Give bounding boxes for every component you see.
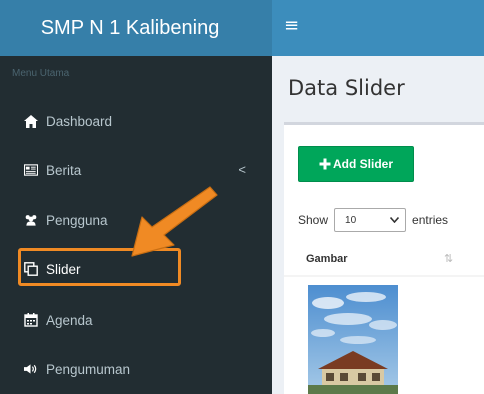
megaphone-icon bbox=[24, 362, 38, 376]
entries-label: entries bbox=[412, 213, 449, 227]
hamburger-menu-icon[interactable]: ≡ bbox=[284, 15, 299, 36]
add-slider-button[interactable]: Add Slider bbox=[298, 146, 414, 182]
slider-image-thumbnail bbox=[308, 285, 398, 394]
brand-text: SMP N 1 Kalibening bbox=[40, 16, 220, 39]
chevron-down-icon bbox=[390, 217, 400, 223]
sidebar-item-dashboard[interactable]: Dashboard bbox=[0, 101, 272, 141]
top-navbar: ≡ bbox=[272, 0, 484, 56]
sidebar: SMP N 1 Kalibening Menu Utama Dashboard … bbox=[0, 0, 272, 394]
sidebar-item-label: Pengguna bbox=[46, 212, 108, 228]
plus-icon bbox=[319, 158, 331, 170]
entries-length-control: Show 10 entries bbox=[298, 208, 448, 232]
show-label: Show bbox=[298, 213, 329, 227]
home-icon bbox=[24, 114, 38, 128]
pointer-arrow-icon bbox=[131, 186, 218, 257]
page-title: Data Slider bbox=[288, 76, 405, 100]
slider-box: Add Slider Show 10 entries Gambar ⇅ bbox=[284, 122, 484, 394]
sidebar-item-agenda[interactable]: Agenda bbox=[0, 300, 272, 340]
sidebar-item-berita[interactable]: Berita < bbox=[0, 150, 272, 190]
content-area: Data Slider Add Slider Show 10 entries G… bbox=[272, 56, 484, 394]
column-header-gambar[interactable]: Gambar bbox=[306, 253, 348, 265]
users-icon bbox=[24, 213, 38, 227]
entries-value: 10 bbox=[345, 214, 357, 226]
chevron-left-icon: < bbox=[238, 162, 246, 177]
brand-logo[interactable]: SMP N 1 Kalibening bbox=[0, 0, 272, 56]
sidebar-item-pengumuman[interactable]: Pengumuman bbox=[0, 349, 272, 389]
sort-icon[interactable]: ⇅ bbox=[444, 252, 453, 265]
newspaper-icon bbox=[24, 163, 38, 177]
sidebar-item-label: Pengumuman bbox=[46, 361, 131, 377]
sidebar-item-label: Agenda bbox=[46, 312, 93, 328]
add-slider-label: Add Slider bbox=[332, 157, 393, 171]
calendar-icon bbox=[24, 313, 38, 327]
sidebar-item-label: Dashboard bbox=[46, 113, 113, 129]
table-header: Gambar ⇅ bbox=[284, 243, 484, 277]
sidebar-item-label: Berita bbox=[46, 162, 82, 178]
menu-header: Menu Utama bbox=[12, 68, 70, 79]
entries-select[interactable]: 10 bbox=[334, 208, 407, 232]
